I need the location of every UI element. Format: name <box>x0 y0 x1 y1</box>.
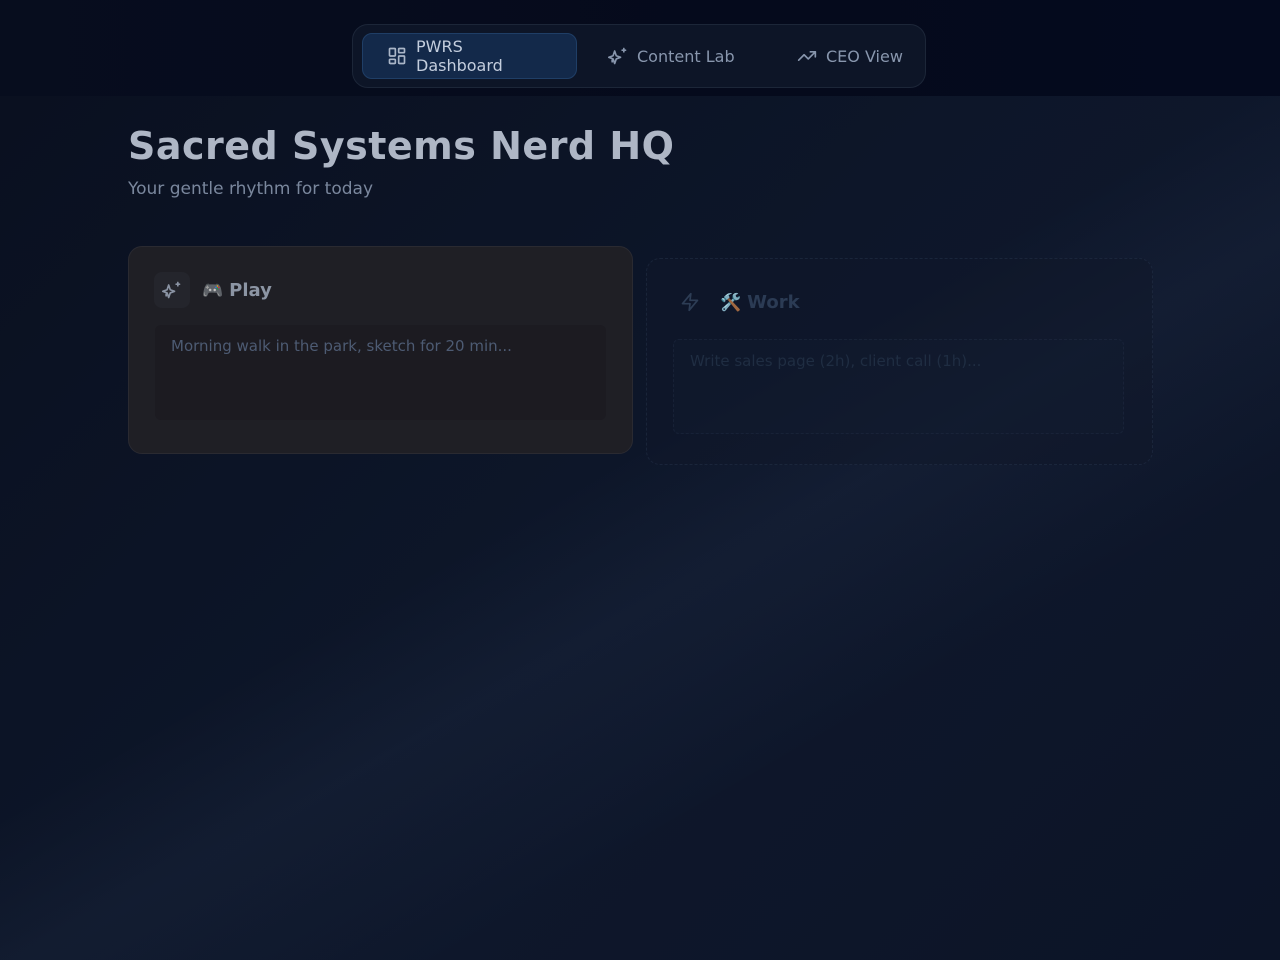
tools-emoji: 🛠️ <box>720 292 742 313</box>
sparkles-icon <box>608 46 628 66</box>
tab-label: PWRS Dashboard <box>416 37 503 75</box>
page-title: Sacred Systems Nerd HQ <box>128 124 675 168</box>
tab-label: Content Lab <box>637 46 735 66</box>
tab-content-lab[interactable]: Content Lab <box>577 33 767 79</box>
play-card: 🎮 Play <box>128 246 633 454</box>
card-title: 🛠️ Work <box>720 292 800 313</box>
card-header: 🎮 Play <box>154 272 272 308</box>
main-nav: PWRS Dashboard Content Lab CEO View <box>352 24 926 88</box>
work-notes-input[interactable] <box>673 339 1124 434</box>
work-card: 🛠️ Work <box>646 258 1153 465</box>
card-title-text: Work <box>747 291 800 313</box>
game-controller-emoji: 🎮 <box>202 280 224 301</box>
card-title-text: Play <box>229 279 272 301</box>
lightning-icon <box>672 284 708 320</box>
card-header: 🛠️ Work <box>672 284 800 320</box>
tab-pwrs-dashboard[interactable]: PWRS Dashboard <box>362 33 577 79</box>
dashboard-grid-icon <box>387 46 407 66</box>
play-notes-input[interactable] <box>155 325 606 420</box>
tab-ceo-view[interactable]: CEO View <box>767 33 925 79</box>
card-title: 🎮 Play <box>202 280 272 301</box>
trending-up-icon <box>797 46 817 66</box>
sparkles-icon <box>154 272 190 308</box>
tab-label: CEO View <box>826 46 903 66</box>
page-subtitle: Your gentle rhythm for today <box>128 179 374 199</box>
main-background <box>0 96 1280 960</box>
